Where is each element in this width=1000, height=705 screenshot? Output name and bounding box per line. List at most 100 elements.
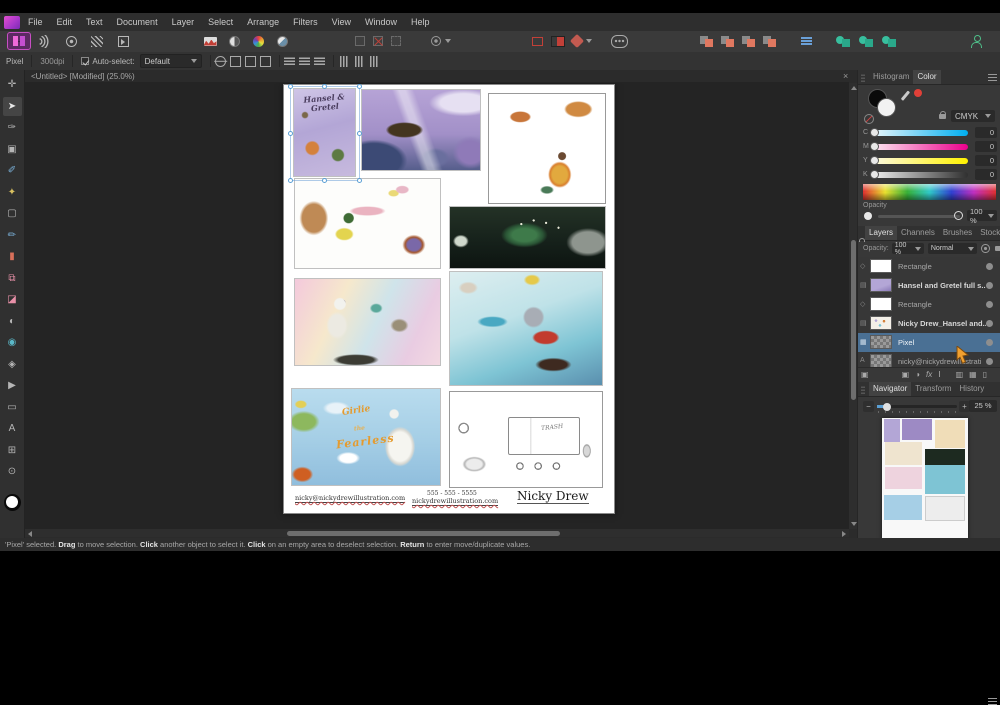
layer-thumbnail[interactable]: [870, 259, 892, 273]
pixel-tool[interactable]: ▮: [3, 247, 22, 266]
develop-persona-button[interactable]: [60, 33, 82, 49]
active-color-swatches[interactable]: [868, 89, 894, 115]
sharpen-brush-tool[interactable]: ◈: [3, 355, 22, 374]
insert-as-child-button[interactable]: [760, 33, 778, 49]
edit-all-layers-icon[interactable]: ▣: [861, 370, 869, 379]
zoom-tool[interactable]: ⊙: [3, 462, 22, 481]
horizontal-scroll-thumb[interactable]: [287, 531, 560, 536]
layers-opacity-dropdown[interactable]: 100 %: [892, 243, 924, 254]
scroll-right-icon[interactable]: [842, 531, 846, 537]
eyedropper-icon[interactable]: [901, 90, 910, 100]
menu-text[interactable]: Text: [86, 17, 103, 27]
layer-name[interactable]: Rectangle: [898, 300, 932, 309]
tab-histogram[interactable]: Histogram: [869, 70, 913, 84]
visibility-toggle-icon[interactable]: [986, 282, 993, 289]
blend-ranges-icon[interactable]: Ⅰ: [938, 370, 940, 379]
artwork-lizard-scientist[interactable]: [294, 178, 441, 269]
selection-handle[interactable]: [288, 178, 293, 183]
dodge-brush-tool[interactable]: ◐: [3, 312, 22, 331]
artwork-hansel-gretel-cover[interactable]: Hansel & Gretel: [293, 88, 356, 177]
geometry-subtract-button[interactable]: [856, 33, 876, 49]
transform-origin-icon[interactable]: [215, 56, 226, 67]
menu-document[interactable]: Document: [117, 17, 158, 27]
color-spectrum-bar[interactable]: [863, 184, 996, 200]
clone-brush-tool[interactable]: ⧉: [3, 269, 22, 288]
auto-select-mode-dropdown[interactable]: Default: [140, 54, 202, 68]
auto-contrast-button[interactable]: [224, 33, 244, 49]
alignment-button[interactable]: [797, 33, 815, 49]
artwork-winter-bird-scene[interactable]: [361, 89, 481, 171]
panel-grip-icon[interactable]: [861, 73, 865, 82]
artwork-kids-and-dog[interactable]: [488, 93, 606, 204]
photo-persona-button[interactable]: [8, 33, 30, 49]
visibility-toggle-icon[interactable]: [986, 358, 993, 365]
invert-selection-button[interactable]: [388, 33, 404, 49]
adjustment-layer-icon[interactable]: ◑: [915, 370, 920, 379]
flood-select-tool[interactable]: ✦: [3, 183, 22, 202]
geometry-intersect-button[interactable]: [879, 33, 899, 49]
visibility-toggle-icon[interactable]: [986, 339, 993, 346]
visibility-toggle-icon[interactable]: [986, 320, 993, 327]
layer-row-rectangle-1[interactable]: ◇ Rectangle: [858, 257, 1000, 277]
transform-bounds-button[interactable]: [528, 33, 546, 49]
insert-on-top-button[interactable]: [718, 33, 736, 49]
vertical-scrollbar[interactable]: [849, 83, 857, 529]
align-left-icon[interactable]: [284, 56, 295, 67]
layer-thumbnail[interactable]: [870, 335, 892, 349]
opacity-slider-knob[interactable]: [954, 211, 963, 220]
account-button[interactable]: [966, 33, 986, 49]
horizontal-scrollbar[interactable]: [25, 529, 849, 537]
opacity-slider[interactable]: [878, 215, 960, 218]
yellow-value[interactable]: 0: [975, 155, 997, 166]
navigator-thumbnail[interactable]: [882, 418, 968, 540]
magenta-slider[interactable]: [873, 144, 968, 150]
visibility-toggle-icon[interactable]: [986, 263, 993, 270]
tab-brushes[interactable]: Brushes: [939, 226, 976, 240]
black-value[interactable]: 0: [975, 169, 997, 180]
add-pixel-layer-icon[interactable]: ▦: [969, 370, 977, 379]
panel-menu-icon[interactable]: [988, 74, 997, 81]
scroll-down-icon[interactable]: [851, 522, 857, 526]
yellow-slider[interactable]: [873, 158, 968, 164]
artwork-astronaut-scene[interactable]: [294, 278, 441, 366]
layer-thumbnail[interactable]: [870, 278, 892, 292]
menu-arrange[interactable]: Arrange: [247, 17, 279, 27]
magenta-slider-knob[interactable]: [870, 142, 879, 151]
insert-behind-button[interactable]: [697, 33, 715, 49]
insert-inside-button[interactable]: [739, 33, 757, 49]
menu-view[interactable]: View: [332, 17, 351, 27]
menu-edit[interactable]: Edit: [57, 17, 73, 27]
tab-color[interactable]: Color: [913, 70, 940, 84]
zoom-out-button[interactable]: −: [863, 401, 874, 412]
layer-row-rectangle-2[interactable]: ◇ Rectangle: [858, 295, 1000, 315]
hide-selection-icon[interactable]: [245, 56, 256, 67]
tone-mapping-persona-button[interactable]: [86, 33, 108, 49]
align-right-icon[interactable]: [314, 56, 325, 67]
align-bottom-icon[interactable]: [368, 56, 379, 67]
tab-layers[interactable]: Layers: [865, 226, 897, 240]
artwork-elephant-on-boat[interactable]: [449, 271, 603, 386]
menu-help[interactable]: Help: [411, 17, 430, 27]
auto-select-checkbox[interactable]: [81, 57, 89, 65]
magenta-value[interactable]: 0: [975, 141, 997, 152]
layer-thumbnail[interactable]: [870, 316, 892, 330]
auto-colours-button[interactable]: [248, 33, 268, 49]
document-tab[interactable]: <Untitled> [Modified] (25.0%): [25, 70, 849, 83]
black-slider[interactable]: [873, 172, 968, 178]
menu-select[interactable]: Select: [208, 17, 233, 27]
vertical-scroll-thumb[interactable]: [851, 240, 856, 400]
mesh-warp-tool[interactable]: ⊞: [3, 441, 22, 460]
color-picker-tool[interactable]: ✑: [3, 118, 22, 137]
cyan-slider[interactable]: [873, 130, 968, 136]
erase-brush-tool[interactable]: ◪: [3, 290, 22, 309]
node-tool[interactable]: ▶: [3, 376, 22, 395]
layer-row-nicky-drew[interactable]: ▤ Nicky Drew_Hansel and...: [858, 314, 1000, 334]
delete-layer-icon[interactable]: ▯: [983, 370, 987, 379]
blend-mode-dropdown[interactable]: Normal: [928, 243, 977, 254]
cyan-slider-knob[interactable]: [870, 128, 879, 137]
color-mode-dropdown[interactable]: CMYK: [951, 110, 995, 122]
tab-stock[interactable]: Stock: [976, 226, 1000, 240]
auto-white-balance-button[interactable]: [272, 33, 292, 49]
panel-grip-icon[interactable]: [861, 385, 865, 394]
auto-levels-button[interactable]: [200, 33, 220, 49]
